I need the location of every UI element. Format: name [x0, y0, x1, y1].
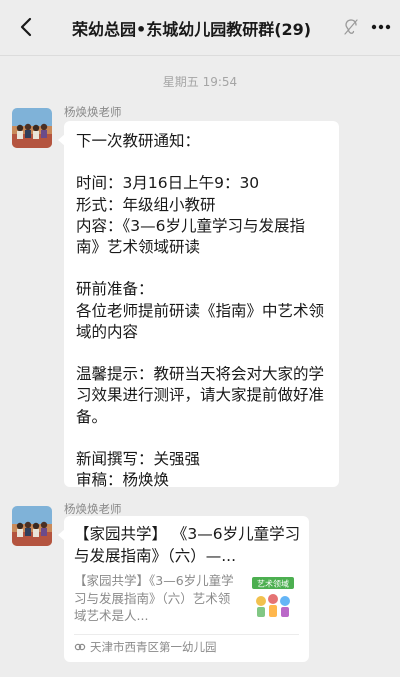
card-thumbnail: 艺术领域 — [250, 574, 296, 622]
back-button[interactable] — [12, 12, 42, 42]
art-domain-thumbnail-icon: 艺术领域 — [250, 574, 296, 622]
chevron-left-icon — [20, 17, 32, 37]
message-text: 下一次教研通知： 时间：3月16日上午9：30 形式：年级组小教研 内容：《3—… — [76, 132, 325, 490]
more-dots-icon — [371, 24, 391, 30]
message-bubble[interactable]: 下一次教研通知： 时间：3月16日上午9：30 形式：年级组小教研 内容：《3—… — [58, 121, 339, 489]
card-description: 【家园共学】《3—6岁儿童学习与发展指南》（六）艺术领域艺术是人... — [74, 573, 234, 623]
ear-muted-icon — [344, 19, 358, 35]
sender-name: 杨焕焕老师 — [64, 105, 122, 119]
group-title: 荣幼总园•东城幼儿园教研群(29) — [72, 20, 312, 39]
message-timestamp: 星期五 19:54 — [162, 75, 238, 89]
mini-program-icon — [74, 643, 86, 651]
avatar[interactable] — [12, 506, 52, 546]
chat-header: 荣幼总园•东城幼儿园教研群(29) — [0, 0, 400, 56]
shared-article-card[interactable]: 【家园共学】 《3—6岁儿童学习与发展指南》（六）—... 【家园共学】《3—6… — [58, 516, 309, 662]
group-photo-avatar-icon — [12, 506, 52, 546]
avatar[interactable] — [12, 108, 52, 148]
card-source-label: 天津市西青区第一幼儿园 — [90, 640, 217, 654]
thumb-label: 艺术领域 — [257, 579, 289, 589]
card-title: 【家园共学】 《3—6岁儿童学习与发展指南》（六）—... — [74, 525, 301, 565]
card-source: 天津市西青区第一幼儿园 — [74, 637, 304, 657]
divider — [74, 634, 299, 635]
sender-name: 杨焕焕老师 — [64, 502, 122, 516]
group-photo-avatar-icon — [12, 108, 52, 148]
more-button[interactable] — [364, 10, 398, 44]
